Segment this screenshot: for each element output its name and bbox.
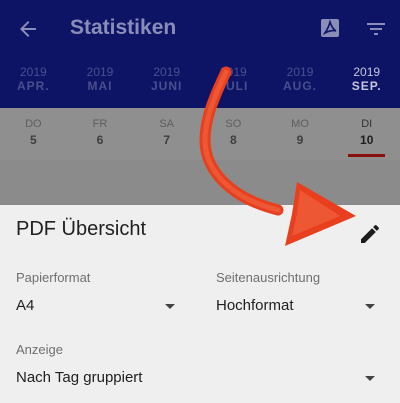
tab-month-aug[interactable]: 2019 AUG.	[267, 58, 334, 108]
tab-day-do[interactable]: DO 5	[0, 108, 67, 160]
statistics-screen: Statistiken 2019 APR. 2019 MAI 2019 JUNI…	[0, 0, 400, 205]
pdf-overview-sheet: PDF Übersicht Papierformat A4 Seitenausr…	[0, 205, 400, 403]
paper-format-value: A4	[16, 297, 35, 314]
tab-month-apr[interactable]: 2019 APR.	[0, 58, 67, 108]
dropdown-arrow-icon	[365, 304, 375, 309]
tab-day-fr[interactable]: FR 6	[67, 108, 134, 160]
tab-month-mai[interactable]: 2019 MAI	[67, 58, 134, 108]
display-label: Anzeige	[16, 342, 63, 357]
display-select[interactable]: Nach Tag gruppiert	[0, 361, 400, 395]
paper-format-label: Papierformat	[16, 270, 91, 285]
orientation-label: Seitenausrichtung	[216, 270, 321, 285]
paper-format-select[interactable]: A4	[0, 289, 190, 323]
display-value: Nach Tag gruppiert	[16, 369, 143, 386]
orientation-value: Hochformat	[216, 297, 294, 314]
tab-month-sep[interactable]: 2019 SEP.	[333, 58, 400, 108]
tab-day-sa[interactable]: SA 7	[133, 108, 200, 160]
page-title: Statistiken	[70, 16, 177, 39]
tab-day-di[interactable]: DI 10	[333, 108, 400, 160]
month-tabs: 2019 APR. 2019 MAI 2019 JUNI 2019 JULI 2…	[0, 58, 400, 108]
tab-day-so[interactable]: SO 8	[200, 108, 267, 160]
app-toolbar: Statistiken	[0, 0, 400, 58]
filter-icon[interactable]	[364, 17, 388, 41]
day-tabs: DO 5 FR 6 SA 7 SO 8 MO 9 DI 10	[0, 108, 400, 160]
dropdown-arrow-icon	[165, 304, 175, 309]
sheet-title: PDF Übersicht	[16, 218, 147, 240]
dropdown-arrow-icon	[365, 376, 375, 381]
tab-day-mo[interactable]: MO 9	[267, 108, 334, 160]
active-tab-indicator	[348, 154, 386, 157]
arrow-back-icon[interactable]	[16, 17, 40, 41]
pdf-icon[interactable]	[318, 16, 342, 40]
orientation-select[interactable]: Hochformat	[200, 289, 400, 323]
modal-scrim[interactable]	[0, 160, 400, 205]
pencil-icon[interactable]	[358, 222, 382, 246]
tab-month-juni[interactable]: 2019 JUNI	[133, 58, 200, 108]
tab-month-juli[interactable]: 2019 JULI	[200, 58, 267, 108]
